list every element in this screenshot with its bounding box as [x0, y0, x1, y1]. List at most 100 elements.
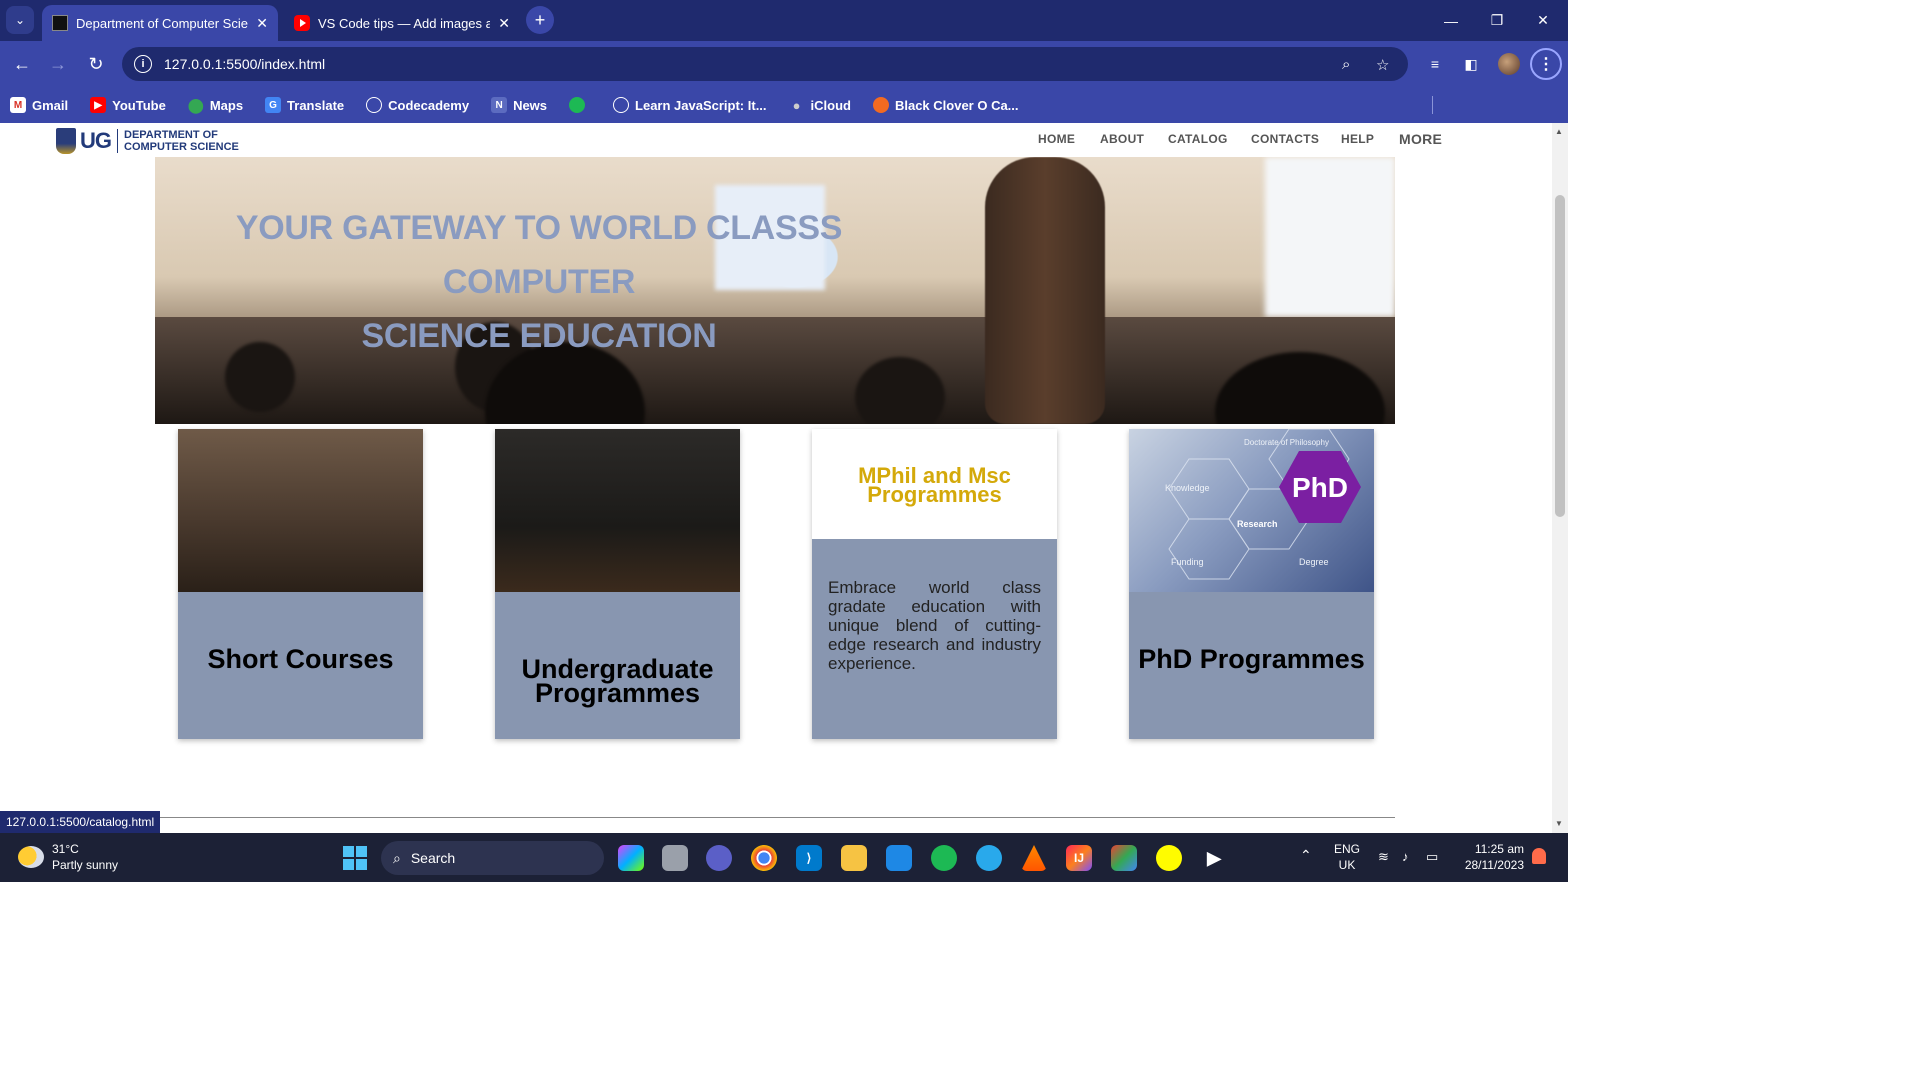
- bookmarks-divider: [1432, 96, 1433, 114]
- search-icon: ⌕: [393, 849, 401, 866]
- card-phd[interactable]: PhD Doctorate of Philosophy Knowledge Re…: [1129, 429, 1374, 739]
- bookmark-black-clover[interactable]: Black Clover O Ca...: [872, 97, 1019, 113]
- nav-home[interactable]: HOME: [1038, 132, 1075, 146]
- reload-icon[interactable]: ↻: [82, 50, 110, 78]
- youtube-icon: ▶: [90, 97, 107, 113]
- app-icon[interactable]: [1111, 845, 1137, 871]
- forward-icon[interactable]: →: [44, 50, 72, 78]
- card-mphil-msc[interactable]: MPhil and Msc Programmes Embrace world c…: [812, 429, 1057, 739]
- close-tab-icon[interactable]: ✕: [256, 15, 268, 32]
- bookmark-label: Maps: [209, 97, 244, 113]
- tab-department[interactable]: Department of Computer Scien ✕: [42, 5, 278, 41]
- system-clock[interactable]: 11:25 am 28/11/2023: [1465, 841, 1524, 873]
- windows-start-icon[interactable]: [343, 846, 367, 870]
- tray-overflow-icon[interactable]: ⌃: [1300, 847, 1312, 863]
- copilot-icon[interactable]: [618, 845, 644, 871]
- globe-icon: [613, 97, 630, 113]
- bookmark-spotify[interactable]: [569, 97, 591, 113]
- browser-toolbar: ← → ↻ i 127.0.0.1:5500/index.html ⌕ ☆ ≡ …: [0, 41, 1568, 87]
- address-bar[interactable]: i 127.0.0.1:5500/index.html ⌕ ☆: [122, 47, 1408, 81]
- card-description: Embrace world class gradate education wi…: [828, 578, 1041, 673]
- footer-divider: [155, 817, 1395, 818]
- card-title: Short Courses: [207, 644, 394, 674]
- chrome-menu-icon[interactable]: ⋮: [1530, 48, 1562, 80]
- nav-catalog[interactable]: CATALOG: [1168, 132, 1228, 146]
- all-bookmarks-button[interactable]: All Bookmarks: [1790, 94, 1906, 109]
- scroll-thumb[interactable]: [1555, 195, 1565, 517]
- bookmark-icloud[interactable]: ● iCloud: [789, 97, 851, 113]
- card-title: MPhil and Msc Programmes: [812, 465, 1057, 506]
- bookmark-star-icon[interactable]: ☆: [1376, 56, 1389, 74]
- phd-label-doctorate: Doctorate of Philosophy: [1244, 438, 1329, 447]
- site-info-icon[interactable]: i: [134, 55, 152, 73]
- bookmark-news[interactable]: N News: [491, 97, 547, 113]
- chrome-icon[interactable]: [751, 845, 777, 871]
- taskbar-search[interactable]: ⌕ Search: [381, 841, 604, 875]
- vlc-icon[interactable]: [1021, 845, 1047, 871]
- translate-icon: G: [265, 97, 282, 113]
- close-tab-icon[interactable]: ✕: [498, 15, 510, 32]
- bookmark-label: Translate: [287, 97, 345, 113]
- bookmark-codecademy[interactable]: Codecademy: [366, 97, 469, 113]
- maps-pin-icon: ⬤: [187, 96, 204, 113]
- volume-icon[interactable]: ♪: [1402, 849, 1409, 865]
- tab-search-button[interactable]: ⌄: [6, 6, 34, 34]
- nav-contacts[interactable]: CONTACTS: [1251, 132, 1319, 146]
- tab-strip: ⌄ Department of Computer Scien ✕ VS Code…: [0, 0, 1568, 41]
- chat-icon[interactable]: [706, 845, 732, 871]
- bookmark-label: iCloud: [810, 97, 851, 113]
- telegram-icon[interactable]: [976, 845, 1002, 871]
- zoom-icon[interactable]: ⌕: [1342, 56, 1350, 73]
- task-view-icon[interactable]: [662, 845, 688, 871]
- back-icon[interactable]: ←: [8, 50, 36, 78]
- nav-help[interactable]: HELP: [1341, 132, 1374, 146]
- tab-vscode-tips[interactable]: VS Code tips — Add images an ✕: [284, 5, 520, 41]
- minimize-icon[interactable]: —: [1428, 0, 1474, 41]
- weather-widget[interactable]: 31°C Partly sunny: [18, 841, 118, 873]
- books-stack-image: [178, 429, 423, 592]
- raised-hand-image: [985, 157, 1105, 424]
- hero-title: YOUR GATEWAY TO WORLD CLASSS COMPUTER SC…: [155, 201, 923, 363]
- bookmark-gmail[interactable]: M Gmail: [10, 97, 68, 113]
- clock-time: 11:25 am: [1474, 842, 1524, 856]
- scroll-up-icon[interactable]: ▲: [1555, 127, 1563, 136]
- phd-network-graphic: PhD Doctorate of Philosophy Knowledge Re…: [1165, 429, 1361, 580]
- bookmark-label: Learn JavaScript: It...: [635, 97, 767, 113]
- side-panel-icon[interactable]: ◧: [1460, 53, 1482, 75]
- file-explorer-icon[interactable]: [841, 845, 867, 871]
- card-undergraduate[interactable]: Undergraduate Programmes: [495, 429, 740, 739]
- intellij-icon[interactable]: IJ: [1066, 845, 1092, 871]
- page-scrollbar[interactable]: ▲ ▼: [1552, 123, 1568, 833]
- new-tab-button[interactable]: +: [526, 6, 554, 34]
- snapchat-icon[interactable]: [1156, 845, 1182, 871]
- nav-about[interactable]: ABOUT: [1100, 132, 1144, 146]
- logo-line-1: DEPARTMENT OF: [124, 129, 218, 141]
- logo-text: DEPARTMENT OF COMPUTER SCIENCE: [124, 129, 239, 153]
- profile-avatar[interactable]: [1498, 53, 1520, 75]
- hero-title-line-1: YOUR GATEWAY TO WORLD CLASSS COMPUTER: [235, 209, 843, 301]
- notification-bell-icon[interactable]: [1532, 848, 1546, 864]
- site-logo[interactable]: UG DEPARTMENT OF COMPUTER SCIENCE: [56, 128, 239, 154]
- tab-title: VS Code tips — Add images an: [318, 15, 491, 31]
- media-control-icon[interactable]: ≡: [1424, 53, 1446, 75]
- bookmark-learn-js[interactable]: Learn JavaScript: It...: [613, 97, 767, 113]
- app-icon[interactable]: [886, 845, 912, 871]
- url-text: 127.0.0.1:5500/index.html: [164, 56, 326, 72]
- close-window-icon[interactable]: ✕: [1520, 0, 1566, 41]
- card-short-courses[interactable]: Short Courses: [178, 429, 423, 739]
- card-title: PhD Programmes: [1138, 644, 1365, 674]
- bookmark-translate[interactable]: G Translate: [265, 97, 344, 113]
- nav-more[interactable]: MORE: [1399, 131, 1442, 147]
- wifi-icon[interactable]: ≋: [1378, 849, 1389, 865]
- bookmark-youtube[interactable]: ▶ YouTube: [90, 97, 166, 113]
- terminal-icon[interactable]: ▶: [1201, 845, 1227, 871]
- bookmark-maps[interactable]: ⬤ Maps: [188, 97, 243, 113]
- vscode-icon[interactable]: ⟩: [796, 845, 822, 871]
- bookmark-label: YouTube: [112, 97, 166, 113]
- scroll-down-icon[interactable]: ▼: [1555, 819, 1563, 828]
- partly-sunny-icon: [18, 846, 44, 868]
- spotify-icon[interactable]: [931, 845, 957, 871]
- restore-icon[interactable]: ❐: [1474, 0, 1520, 41]
- battery-icon[interactable]: ▭: [1426, 849, 1438, 865]
- language-indicator[interactable]: ENG UK: [1334, 841, 1360, 873]
